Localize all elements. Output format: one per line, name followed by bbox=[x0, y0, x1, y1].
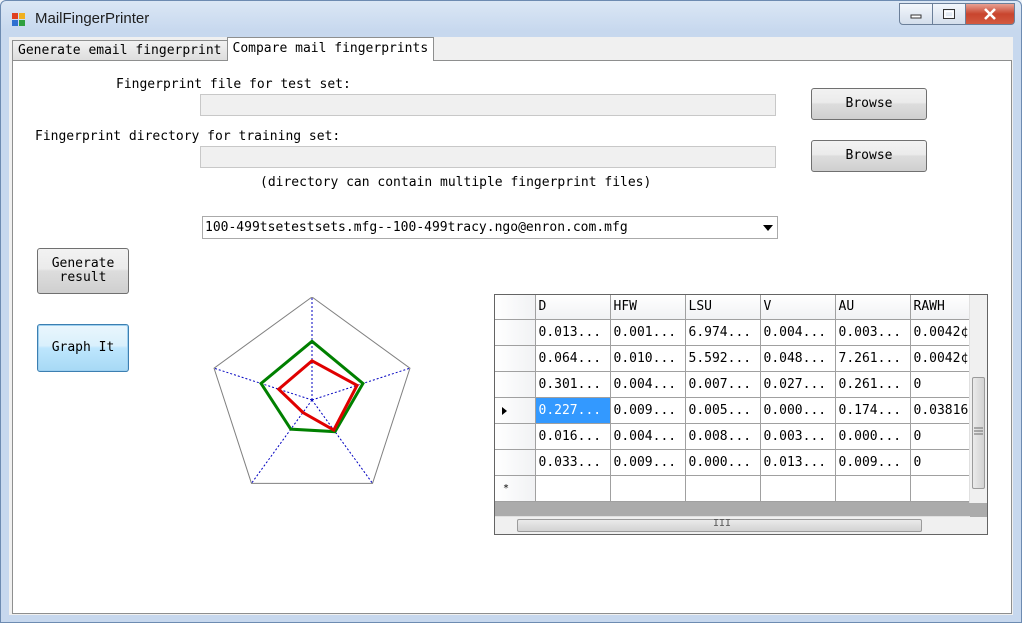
new-row-marker[interactable]: * bbox=[495, 475, 536, 502]
grid-cell[interactable]: 0.000... bbox=[760, 397, 836, 424]
grid-cell[interactable] bbox=[685, 475, 761, 502]
row-header[interactable] bbox=[495, 423, 536, 450]
current-row-icon bbox=[502, 406, 507, 415]
grid-cell[interactable]: 0.007... bbox=[685, 371, 761, 398]
grid-cell[interactable]: 6.974... bbox=[685, 319, 761, 346]
grid-cell[interactable]: 0.000... bbox=[835, 423, 911, 450]
grid-cell[interactable]: 0.010... bbox=[610, 345, 686, 372]
comparison-select[interactable]: 100-499tsetestsets.mfg--100-499tracy.ngo… bbox=[202, 216, 778, 239]
compare-tab-page: Fingerprint file for test set: Browse Fi… bbox=[12, 60, 1012, 614]
browse-test-set-button[interactable]: Browse bbox=[811, 88, 927, 120]
title-bar[interactable]: MailFingerPrinter bbox=[1, 1, 1021, 37]
grid-cell[interactable] bbox=[535, 475, 611, 502]
comparison-selected-value: 100-499tsetestsets.mfg--100-499tracy.ngo… bbox=[205, 220, 628, 235]
column-header-au[interactable]: AU bbox=[835, 295, 911, 320]
grid-cell[interactable]: 5.592... bbox=[685, 345, 761, 372]
row-header[interactable] bbox=[495, 371, 536, 398]
grid-cell[interactable]: 0.009... bbox=[835, 449, 911, 476]
app-window: MailFingerPrinter Generate email fingerp… bbox=[0, 0, 1022, 623]
row-header[interactable] bbox=[495, 319, 536, 346]
grid-cell[interactable]: 0.004... bbox=[760, 319, 836, 346]
client-area: Generate email fingerprint Compare mail … bbox=[9, 37, 1013, 615]
training-set-directory-input[interactable] bbox=[200, 146, 776, 168]
tab-generate-email-fingerprint[interactable]: Generate email fingerprint bbox=[12, 40, 228, 61]
minimize-button[interactable] bbox=[899, 3, 933, 25]
close-button[interactable] bbox=[966, 3, 1015, 25]
grid-cell[interactable]: 0.048... bbox=[760, 345, 836, 372]
grid-cell[interactable]: 0.064... bbox=[535, 345, 611, 372]
grid-cell[interactable]: 0.013... bbox=[760, 449, 836, 476]
grid-cell[interactable]: 0.016... bbox=[535, 423, 611, 450]
table-row[interactable]: 0.301... 0.004... 0.007... 0.027... 0.261...… bbox=[495, 371, 986, 398]
grid-cell[interactable]: 0.033... bbox=[535, 449, 611, 476]
grid-cell[interactable]: 0.227... bbox=[535, 397, 611, 424]
grid-cell[interactable]: 0.009... bbox=[610, 397, 686, 424]
grid-cell[interactable]: 0.004... bbox=[610, 371, 686, 398]
grid-cell[interactable]: 0.000... bbox=[685, 449, 761, 476]
grid-cell[interactable] bbox=[835, 475, 911, 502]
maximize-icon bbox=[943, 9, 955, 19]
browse-training-set-button[interactable]: Browse bbox=[811, 140, 927, 172]
grid-corner-header[interactable] bbox=[495, 295, 536, 320]
grid-cell[interactable]: 0.004... bbox=[610, 423, 686, 450]
vertical-scrollbar[interactable] bbox=[969, 295, 987, 503]
generate-result-button[interactable]: Generate result bbox=[37, 248, 129, 294]
grip-icon bbox=[974, 427, 983, 435]
maximize-button[interactable] bbox=[933, 3, 966, 25]
table-row[interactable]: 0.033... 0.009... 0.000... 0.013... 0.009...… bbox=[495, 449, 986, 476]
grid-cell[interactable]: 0.027... bbox=[760, 371, 836, 398]
grid-cell[interactable]: 0.008... bbox=[685, 423, 761, 450]
grid-cell[interactable]: 0.003... bbox=[760, 423, 836, 450]
test-set-file-input[interactable] bbox=[200, 94, 776, 116]
results-table: D HFW LSU V AU RAWH 0.013... 0.001... 6.974... 0… bbox=[495, 295, 986, 502]
horizontal-scroll-thumb[interactable]: III bbox=[517, 518, 922, 532]
scrollbar-corner bbox=[970, 517, 987, 534]
grid-cell[interactable]: 0.003... bbox=[835, 319, 911, 346]
table-row[interactable]: 0.227... 0.009... 0.005... 0.000... 0.174...… bbox=[495, 397, 986, 424]
app-icon bbox=[12, 13, 25, 26]
table-row[interactable]: 0.064... 0.010... 5.592... 0.048... 7.261...… bbox=[495, 345, 986, 372]
close-icon bbox=[984, 8, 996, 20]
grid-cell[interactable]: 0.301... bbox=[535, 371, 611, 398]
chevron-down-icon[interactable] bbox=[763, 225, 773, 231]
column-header-d[interactable]: D bbox=[535, 295, 611, 320]
grid-cell[interactable] bbox=[760, 475, 836, 502]
table-row[interactable]: 0.013... 0.001... 6.974... 0.004... 0.003...… bbox=[495, 319, 986, 346]
new-row[interactable]: * bbox=[495, 475, 986, 502]
directory-hint: (directory can contain multiple fingerpr… bbox=[260, 175, 652, 190]
results-grid[interactable]: D HFW LSU V AU RAWH 0.013... 0.001... 6.974... 0… bbox=[494, 294, 988, 535]
grid-cell[interactable] bbox=[610, 475, 686, 502]
tab-strip: Generate email fingerprint Compare mail … bbox=[12, 37, 435, 61]
column-header-v[interactable]: V bbox=[760, 295, 836, 320]
graph-it-button[interactable]: Graph It bbox=[37, 324, 129, 372]
window-title: MailFingerPrinter bbox=[35, 10, 150, 27]
grid-cell[interactable]: 0.009... bbox=[610, 449, 686, 476]
row-header[interactable] bbox=[495, 345, 536, 372]
column-header-hfw[interactable]: HFW bbox=[610, 295, 686, 320]
radar-series-2 bbox=[276, 359, 360, 433]
radar-chart bbox=[213, 297, 411, 484]
table-row[interactable]: 0.016... 0.004... 0.008... 0.003... 0.000...… bbox=[495, 423, 986, 450]
grid-cell[interactable]: 0.001... bbox=[610, 319, 686, 346]
test-set-label: Fingerprint file for test set: bbox=[116, 77, 351, 92]
horizontal-scrollbar[interactable]: III bbox=[495, 516, 970, 534]
training-set-label: Fingerprint directory for training set: bbox=[35, 129, 341, 144]
grip-mark: III bbox=[713, 518, 732, 529]
grid-cell[interactable]: 0.005... bbox=[685, 397, 761, 424]
grid-cell[interactable]: 0.013... bbox=[535, 319, 611, 346]
row-header[interactable] bbox=[495, 449, 536, 476]
grid-cell[interactable]: 7.261... bbox=[835, 345, 911, 372]
grid-cell[interactable]: 0.261... bbox=[835, 371, 911, 398]
vertical-scroll-thumb[interactable] bbox=[972, 377, 985, 489]
grid-cell[interactable]: 0.174... bbox=[835, 397, 911, 424]
tab-compare-mail-fingerprints[interactable]: Compare mail fingerprints bbox=[226, 37, 435, 61]
minimize-icon bbox=[910, 14, 922, 19]
row-header[interactable] bbox=[495, 397, 536, 424]
column-header-lsu[interactable]: LSU bbox=[685, 295, 761, 320]
